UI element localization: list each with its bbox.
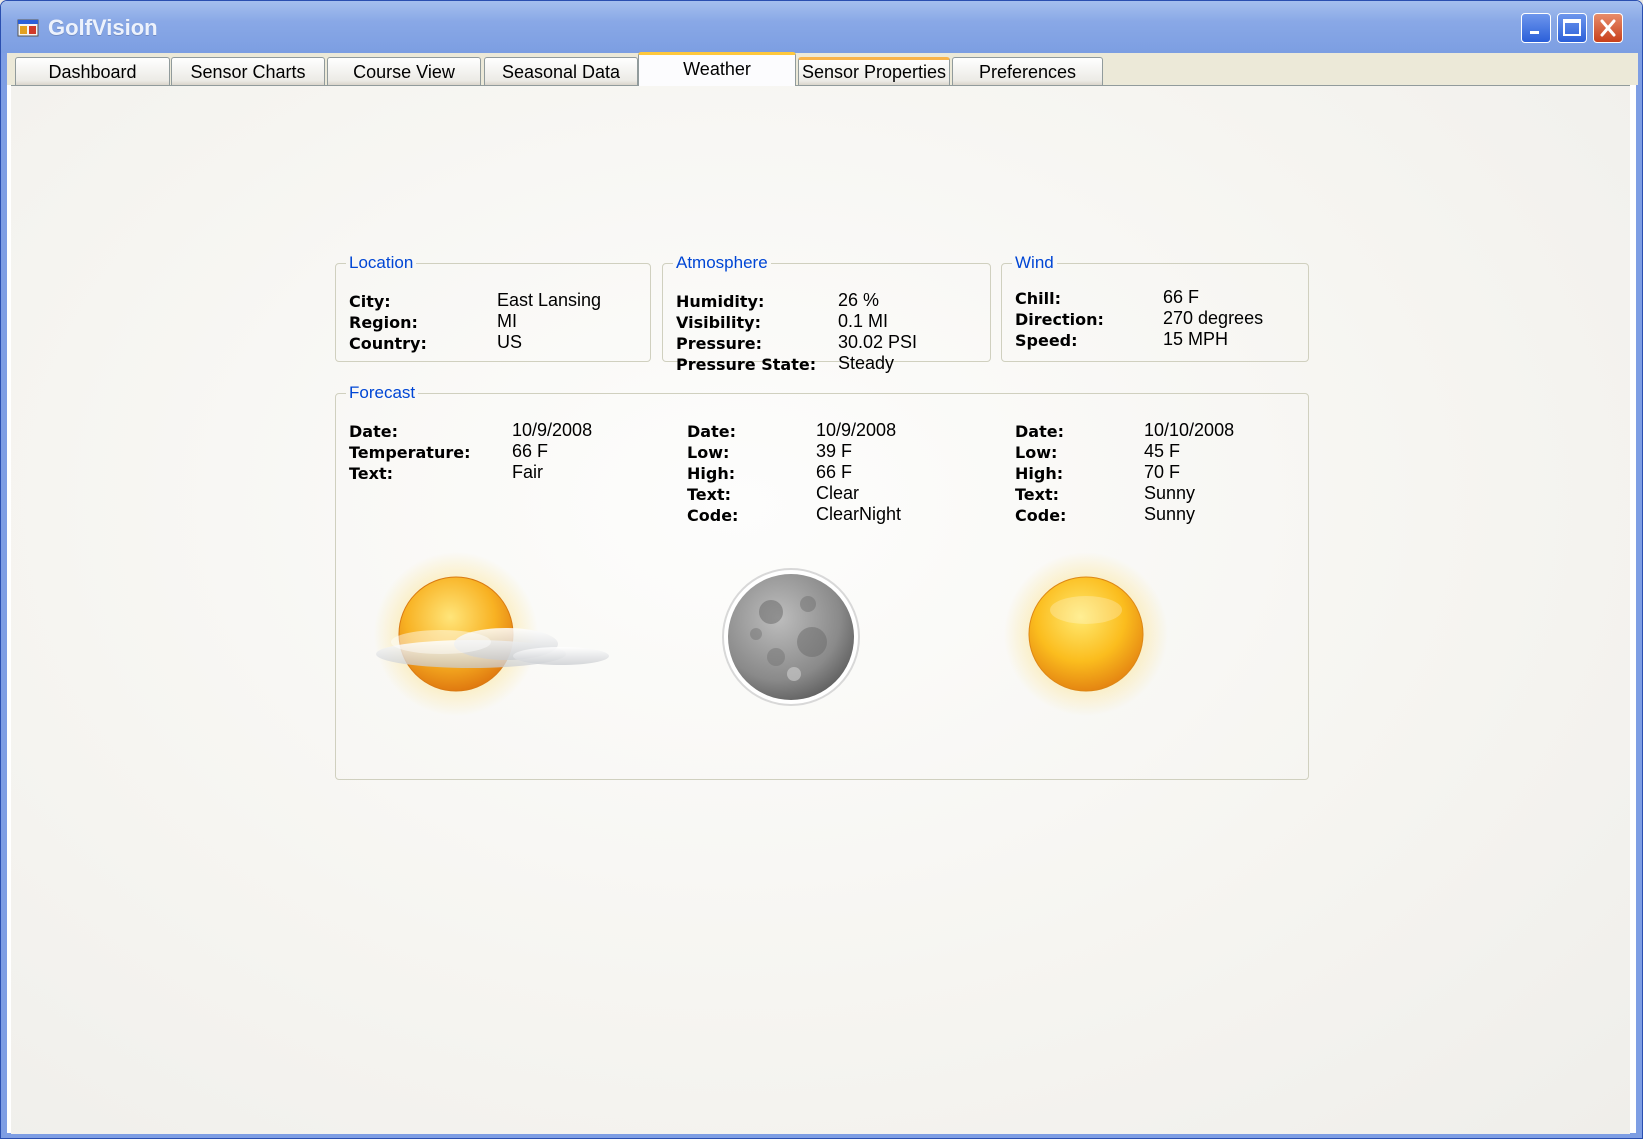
region-value: MI [497, 311, 517, 331]
humidity-label: Humidity: [676, 292, 765, 311]
atmosphere-legend: Atmosphere [676, 253, 768, 272]
day1-text-value: Clear [816, 483, 860, 503]
day2-text-label: Text: [1015, 485, 1060, 504]
title-bar[interactable]: GolfVision [1, 1, 1642, 53]
direction-label: Direction: [1015, 310, 1104, 329]
current-text-label: Text: [349, 464, 394, 483]
forecast-group: Forecast Date: 10/9/2008 Temperature: 66… [335, 384, 1309, 780]
app-icon [17, 19, 39, 37]
wind-group: Wind Chill: 66 F Direction: 270 degrees … [1001, 254, 1309, 362]
window-frame-right [1636, 53, 1642, 1138]
country-value: US [497, 332, 523, 352]
current-temperature-label: Temperature: [349, 443, 471, 462]
tab-seasonal-data[interactable]: Seasonal Data [484, 57, 638, 86]
tab-preferences[interactable]: Preferences [952, 57, 1103, 86]
day1-low-label: Low: [687, 443, 730, 462]
current-date-label: Date: [349, 422, 398, 441]
speed-label: Speed: [1015, 331, 1078, 350]
tab-dashboard[interactable]: Dashboard [15, 57, 170, 86]
day2-low-label: Low: [1015, 443, 1058, 462]
forecast-legend: Forecast [349, 383, 416, 402]
chill-value: 66 F [1163, 287, 1200, 307]
app-window: GolfVision Dashboard Sensor Charts Cours… [0, 0, 1643, 1139]
day1-code-label: Code: [687, 506, 739, 525]
window-title: GolfVision [48, 15, 158, 40]
close-button[interactable] [1593, 13, 1623, 43]
day2-code-label: Code: [1015, 506, 1067, 525]
window-frame-left [1, 53, 7, 1138]
pressure-label: Pressure: [676, 334, 763, 353]
minimize-icon [1530, 31, 1539, 34]
location-legend: Location [349, 253, 414, 272]
day1-high-label: High: [687, 464, 736, 483]
day2-code-value: Sunny [1144, 504, 1196, 524]
weather-tab-panel: Location City: East Lansing Region: MI C… [11, 85, 1630, 1134]
pressure-state-label: Pressure State: [676, 355, 817, 374]
day2-high-value: 70 F [1144, 462, 1181, 482]
day1-date-value: 10/9/2008 [816, 420, 897, 440]
day2-low-value: 45 F [1144, 441, 1181, 461]
visibility-label: Visibility: [676, 313, 761, 332]
atmosphere-group: Atmosphere Humidity: 26 % Visibility: 0.… [662, 253, 991, 374]
day2-date-value: 10/10/2008 [1144, 420, 1235, 440]
city-value: East Lansing [497, 290, 602, 310]
day2-text-value: Sunny [1144, 483, 1196, 503]
day1-low-value: 39 F [816, 441, 853, 461]
city-label: City: [349, 292, 391, 311]
minimize-button[interactable] [1521, 13, 1551, 43]
sun-cloud-icon [374, 552, 609, 716]
current-temperature-value: 66 F [512, 441, 549, 461]
pressure-state-value: Steady [838, 353, 895, 373]
tab-course-view[interactable]: Course View [327, 57, 481, 86]
day2-high-label: High: [1015, 464, 1064, 483]
moon-icon [722, 568, 860, 706]
speed-value: 15 MPH [1163, 329, 1229, 349]
day1-text-label: Text: [687, 485, 732, 504]
direction-value: 270 degrees [1163, 308, 1264, 328]
chill-label: Chill: [1015, 289, 1061, 308]
tab-sensor-charts[interactable]: Sensor Charts [171, 57, 325, 86]
humidity-value: 26 % [838, 290, 880, 310]
country-label: Country: [349, 334, 427, 353]
maximize-icon [1563, 19, 1581, 36]
current-text-value: Fair [512, 462, 543, 482]
day1-code-value: ClearNight [816, 504, 902, 524]
tab-weather[interactable]: Weather [638, 52, 796, 86]
day2-date-label: Date: [1015, 422, 1064, 441]
day1-high-value: 66 F [816, 462, 853, 482]
maximize-button[interactable] [1557, 13, 1587, 43]
wind-legend: Wind [1015, 253, 1054, 272]
sun-icon [1004, 552, 1168, 716]
current-date-value: 10/9/2008 [512, 420, 593, 440]
tab-sensor-properties[interactable]: Sensor Properties [798, 57, 950, 86]
pressure-value: 30.02 PSI [838, 332, 918, 352]
visibility-value: 0.1 MI [838, 311, 889, 331]
region-label: Region: [349, 313, 418, 332]
location-group: Location City: East Lansing Region: MI C… [335, 254, 651, 362]
day1-date-label: Date: [687, 422, 736, 441]
close-icon [1600, 19, 1616, 37]
